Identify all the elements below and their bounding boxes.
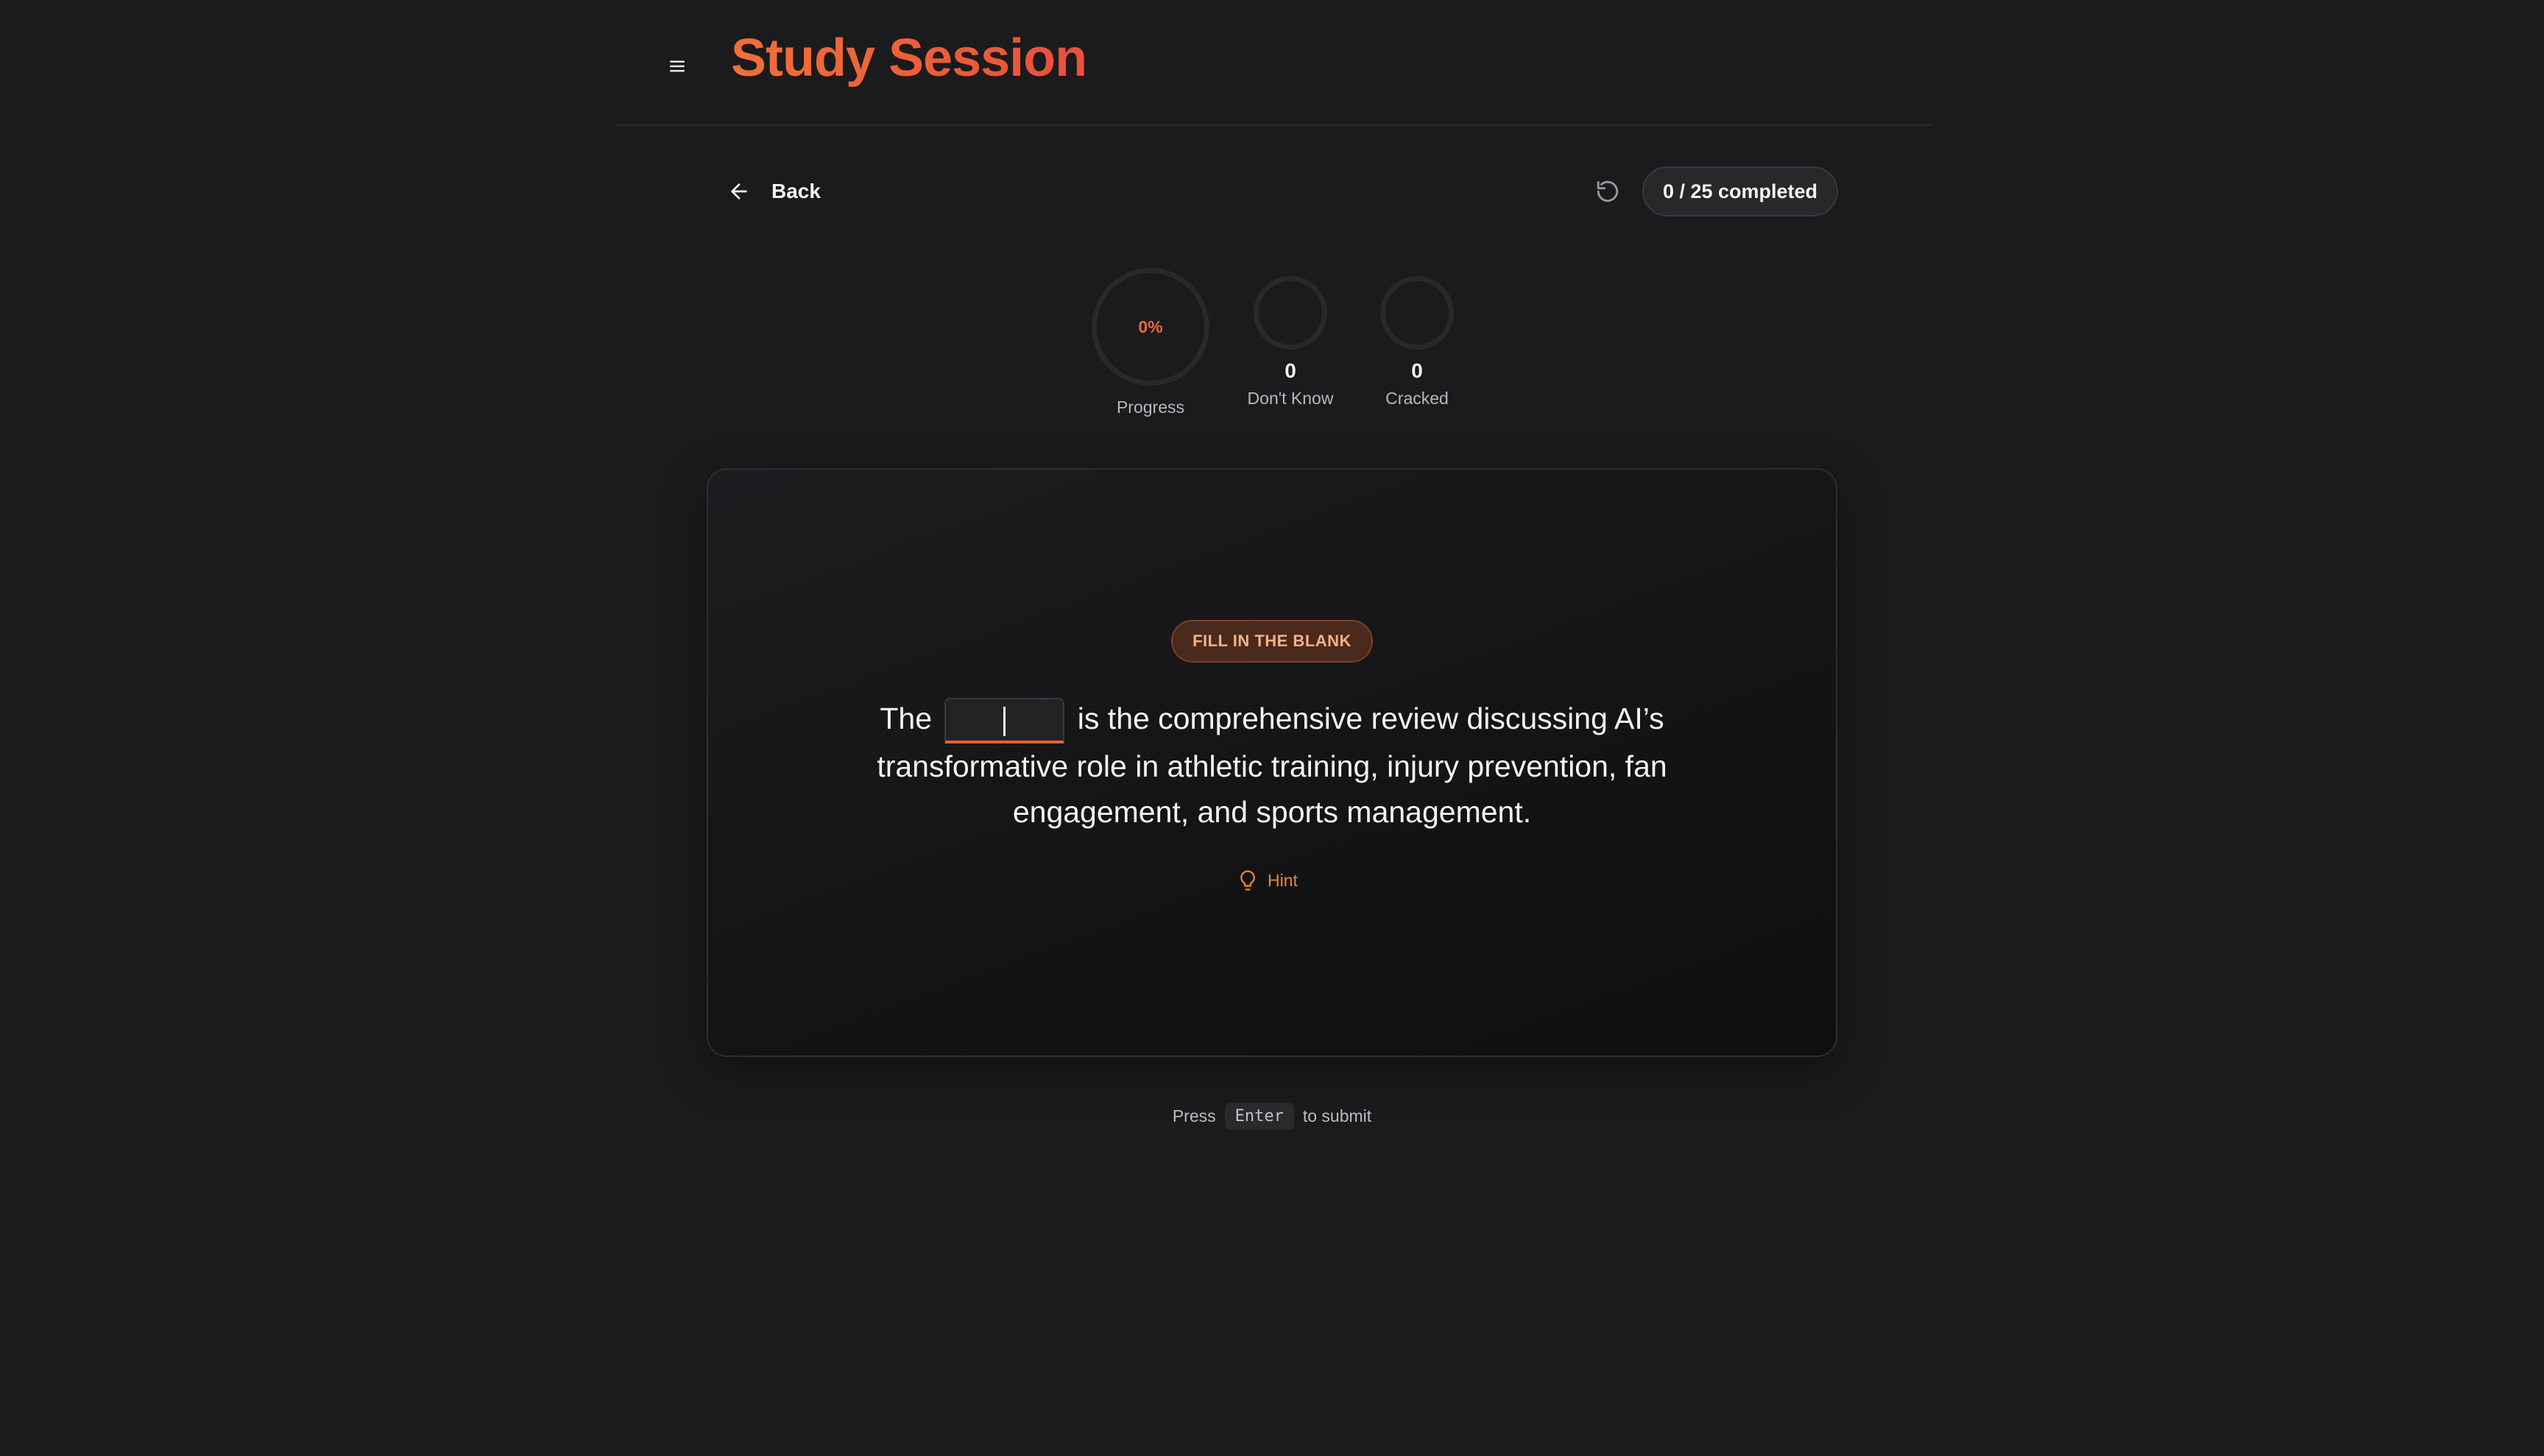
lightbulb-icon	[1240, 870, 1255, 891]
reset-button[interactable]	[1590, 174, 1625, 209]
question-type-badge: FILL IN THE BLANK	[1171, 620, 1373, 662]
cracked-count: 0	[1411, 359, 1423, 382]
enter-key-badge: Enter	[1224, 1102, 1294, 1130]
back-label: Back	[771, 180, 821, 202]
dont-know-ring	[1254, 276, 1327, 350]
completed-counter: 0 / 25 completed	[1642, 166, 1838, 216]
answer-input[interactable]	[944, 698, 1065, 744]
cracked-ring	[1380, 276, 1454, 350]
cracked-label: Cracked	[1385, 389, 1449, 408]
dont-know-count: 0	[1285, 359, 1296, 382]
text-caret	[1003, 707, 1006, 737]
question-prefix: The	[880, 702, 941, 735]
submit-instruction: Press Enter to submit	[1148, 1097, 1396, 1135]
hamburger-menu-icon	[670, 60, 685, 72]
hint-label: Hint	[1268, 870, 1298, 890]
question-text: The is the comprehensive review discussi…	[817, 696, 1727, 835]
back-button[interactable]: Back	[727, 171, 821, 212]
dont-know-label: Don't Know	[1247, 389, 1334, 408]
study-session-page: Study Session Back 0 / 25 completed 0% P…	[0, 0, 2544, 1456]
progress-label: Progress	[1116, 397, 1185, 417]
press-label: Press	[1172, 1106, 1216, 1125]
hint-button[interactable]: Hint	[1237, 866, 1298, 895]
arrow-left-icon	[731, 183, 747, 199]
menu-button[interactable]	[657, 46, 698, 87]
submit-label: to submit	[1302, 1106, 1372, 1125]
rotate-ccw-icon	[1597, 180, 1619, 202]
page-title: Study Session	[731, 29, 1087, 88]
progress-percent: 0%	[1138, 317, 1163, 336]
